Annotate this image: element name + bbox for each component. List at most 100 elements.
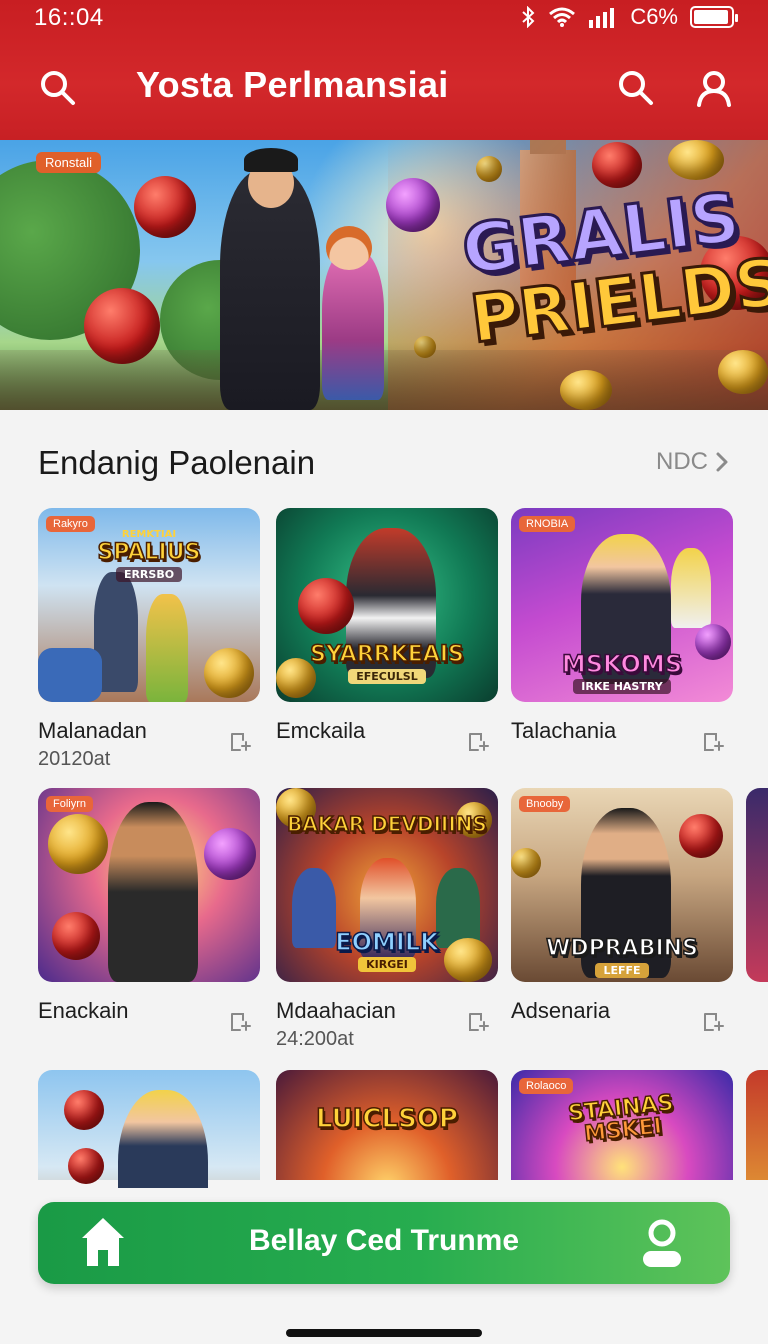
card-action-button[interactable] <box>466 1010 494 1038</box>
status-icons: C6% <box>520 4 738 30</box>
coin-icon <box>511 848 541 878</box>
section-more-label: NDC <box>656 448 708 475</box>
ball-icon <box>204 828 256 880</box>
game-thumbnail[interactable]: Bnooby WDPRABINS LEFFE <box>511 788 733 982</box>
game-card: BAKAR DEVDIIINS EOMILK KIRGEI Mdaahacian… <box>276 788 498 1054</box>
game-name[interactable]: Talachania <box>511 718 733 746</box>
bookmark-add-icon <box>231 733 251 751</box>
game-logo: MSKOMS IRKE HASTRY <box>561 650 683 694</box>
section-more-link[interactable]: NDC <box>656 448 730 476</box>
bookmark-add-icon <box>469 1013 489 1031</box>
game-thumbnail[interactable]: LUICLSOP <box>276 1070 498 1188</box>
chevron-right-icon <box>716 452 728 472</box>
app-header: 16::04 C6% Yosta Perlmansiai <box>0 0 768 140</box>
game-meta: 24:200at <box>276 1028 354 1050</box>
ball-icon <box>64 1090 104 1130</box>
card-action-button[interactable] <box>466 730 494 758</box>
game-character <box>118 1090 208 1188</box>
game-thumbnail[interactable]: Rolaoco STAINAS MSKEI <box>511 1070 733 1188</box>
game-logo: LUICLSOP <box>315 1104 458 1134</box>
game-thumbnail[interactable]: Rakyro REMKTIAI SPALIUS ERRSBO <box>38 508 260 702</box>
game-character <box>671 548 711 628</box>
bookmark-add-icon <box>231 1013 251 1031</box>
game-thumbnail[interactable]: RNOBIA MSKOMS IRKE HASTRY <box>511 508 733 702</box>
status-bar: 16::04 C6% <box>0 0 768 36</box>
coin-icon <box>48 814 108 874</box>
ball-icon <box>52 912 100 960</box>
card-action-button[interactable] <box>228 1010 256 1038</box>
coin-icon <box>414 336 436 358</box>
game-thumbnail-partial[interactable] <box>746 788 768 982</box>
game-logo: WDPRABINS LEFFE <box>545 936 699 978</box>
game-card: LUICLSOP <box>276 1070 498 1188</box>
home-indicator[interactable] <box>286 1329 482 1337</box>
game-thumbnail[interactable] <box>38 1070 260 1188</box>
game-name[interactable]: Enackain <box>38 998 260 1026</box>
game-badge: Foliyrn <box>46 796 94 812</box>
game-thumbnail[interactable]: SYARRKEAIS EFECULSL <box>276 508 498 702</box>
card-action-button[interactable] <box>701 1010 729 1038</box>
game-card: Rolaoco STAINAS MSKEI <box>511 1070 733 1188</box>
game-card <box>38 1070 260 1188</box>
user-icon[interactable] <box>640 1218 684 1268</box>
bottom-cta-button[interactable]: Bellay Ced Trunme <box>38 1202 730 1284</box>
game-meta <box>511 1028 733 1054</box>
bookmark-add-icon <box>469 733 489 751</box>
game-logo: SYARRKEAIS EFECULSL <box>309 642 465 684</box>
game-meta <box>511 748 733 774</box>
game-card: SYARRKEAIS EFECULSL Emckaila <box>276 508 498 774</box>
game-name[interactable]: Adsenaria <box>511 998 733 1026</box>
ball-icon <box>679 814 723 858</box>
game-name[interactable]: Mdaahacian <box>276 998 498 1026</box>
search-button-right[interactable] <box>612 64 660 112</box>
section-title: Endanig Paolenain <box>38 444 316 481</box>
coin-icon <box>668 140 724 180</box>
header-row: Yosta Perlmansiai <box>0 58 768 118</box>
game-meta <box>38 1028 260 1054</box>
status-time: 16::04 <box>34 4 104 31</box>
game-logo: BAKAR DEVDIIINS <box>286 812 487 836</box>
wifi-icon <box>549 7 576 27</box>
ball-icon <box>134 176 196 238</box>
coin-icon <box>718 350 768 394</box>
hero-banner[interactable]: Ronstali GRALIS PRIELDS <box>0 140 768 410</box>
card-action-button[interactable] <box>228 730 256 758</box>
search-button-left[interactable] <box>34 64 82 112</box>
game-badge: Rolaoco <box>519 1078 574 1094</box>
game-card: Rakyro REMKTIAI SPALIUS ERRSBO Malanadan… <box>38 508 260 774</box>
game-badge: RNOBIA <box>519 516 576 532</box>
game-card: RNOBIA MSKOMS IRKE HASTRY Talachania <box>511 508 733 774</box>
coin-icon <box>560 370 612 410</box>
user-icon <box>697 71 731 107</box>
game-badge: Bnooby <box>519 796 571 812</box>
game-name[interactable]: Malanadan <box>38 718 260 746</box>
game-thumbnail[interactable]: Foliyrn <box>38 788 260 982</box>
hero-badge: Ronstali <box>36 152 101 173</box>
game-meta <box>276 748 498 774</box>
game-thumbnail[interactable]: BAKAR DEVDIIINS EOMILK KIRGEI <box>276 788 498 982</box>
ball-icon <box>386 178 440 232</box>
card-action-button[interactable] <box>701 730 729 758</box>
game-thumbnail-partial[interactable] <box>746 1070 768 1188</box>
hero-character-hair <box>244 148 298 172</box>
game-character <box>146 594 188 702</box>
profile-button[interactable] <box>690 64 738 112</box>
bookmark-add-icon <box>704 733 724 751</box>
game-car <box>38 648 102 702</box>
ball-icon <box>84 288 160 364</box>
page-title: Yosta Perlmansiai <box>136 64 449 105</box>
game-character <box>108 802 198 982</box>
game-grid: Rakyro REMKTIAI SPALIUS ERRSBO Malanadan… <box>0 508 768 1188</box>
game-name[interactable]: Emckaila <box>276 718 498 746</box>
signal-icon <box>589 8 615 28</box>
cta-label: Bellay Ced Trunme <box>248 1224 520 1257</box>
ball-icon <box>298 578 354 634</box>
search-icon <box>619 71 653 105</box>
game-logo: EOMILK KIRGEI <box>335 928 440 972</box>
hero-character-girl-face <box>326 226 372 270</box>
ball-icon <box>68 1148 104 1184</box>
game-card: Foliyrn Enackain <box>38 788 260 1054</box>
game-meta: 20120at <box>38 748 111 770</box>
hero-title: GRALIS PRIELDS <box>456 177 768 360</box>
coin-icon <box>476 156 502 182</box>
